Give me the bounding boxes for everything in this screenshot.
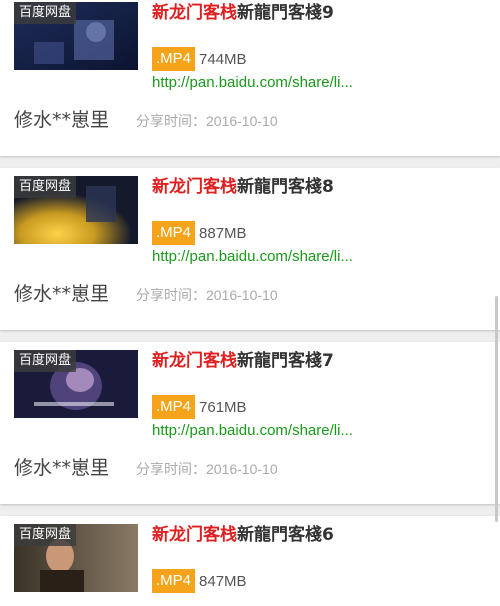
title-highlight: 新龙门客栈 (152, 177, 237, 197)
result-card[interactable]: 百度网盘 新龙门客栈新龍門客棧9 .MP4 744MB http://pan.b… (0, 0, 500, 156)
file-meta: .MP4 761MB (152, 394, 247, 420)
share-time-label: 分享时间： (136, 462, 206, 478)
scrollbar[interactable] (495, 296, 498, 522)
file-size: 761MB (199, 398, 247, 416)
file-type-badge: .MP4 (152, 47, 196, 71)
source-badge: 百度网盘 (14, 2, 77, 24)
file-meta: .MP4 847MB (152, 568, 247, 594)
file-meta: .MP4 744MB (152, 46, 247, 72)
title-highlight: 新龙门客栈 (152, 525, 237, 545)
share-date: 2016-10-10 (206, 461, 278, 477)
file-size: 744MB (199, 50, 247, 68)
result-card[interactable]: 百度网盘 新龙门客栈新龍門客棧6 .MP4 847MB (0, 516, 500, 606)
share-time: 分享时间：2016-10-10 (136, 285, 278, 305)
result-card[interactable]: 百度网盘 新龙门客栈新龍門客棧8 .MP4 887MB http://pan.b… (0, 168, 500, 330)
share-time: 分享时间：2016-10-10 (136, 459, 278, 479)
share-time-label: 分享时间： (136, 114, 206, 130)
result-title[interactable]: 新龙门客栈新龍門客棧6 (152, 520, 334, 545)
result-title[interactable]: 新龙门客栈新龍門客棧8 (152, 172, 334, 197)
share-date: 2016-10-10 (206, 287, 278, 303)
title-highlight: 新龙门客栈 (152, 3, 237, 23)
share-time-label: 分享时间： (136, 288, 206, 304)
video-thumbnail[interactable]: 百度网盘 (14, 350, 138, 418)
file-meta: .MP4 887MB (152, 220, 247, 246)
share-time: 分享时间：2016-10-10 (136, 111, 278, 131)
title-rest: 新龍門客棧6 (237, 525, 334, 545)
video-thumbnail[interactable]: 百度网盘 (14, 2, 138, 70)
sharer-name[interactable]: 修水**崽里 (14, 453, 109, 480)
file-type-badge: .MP4 (152, 395, 196, 419)
video-thumbnail[interactable]: 百度网盘 (14, 176, 138, 244)
sharer-name[interactable]: 修水**崽里 (14, 279, 109, 306)
file-type-badge: .MP4 (152, 221, 196, 245)
title-rest: 新龍門客棧9 (237, 3, 334, 23)
result-title[interactable]: 新龙门客栈新龍門客棧9 (152, 0, 334, 23)
video-thumbnail[interactable]: 百度网盘 (14, 524, 138, 592)
share-date: 2016-10-10 (206, 113, 278, 129)
share-link[interactable]: http://pan.baidu.com/share/li... (152, 422, 353, 439)
file-size: 847MB (199, 572, 247, 590)
sharer-name[interactable]: 修水**崽里 (14, 105, 109, 132)
result-card[interactable]: 百度网盘 新龙门客栈新龍門客棧7 .MP4 761MB http://pan.b… (0, 342, 500, 504)
share-link[interactable]: http://pan.baidu.com/share/li... (152, 248, 353, 265)
share-link[interactable]: http://pan.baidu.com/share/li... (152, 74, 353, 91)
file-type-badge: .MP4 (152, 569, 196, 593)
source-badge: 百度网盘 (14, 350, 77, 372)
title-highlight: 新龙门客栈 (152, 351, 237, 371)
title-rest: 新龍門客棧7 (237, 351, 334, 371)
file-size: 887MB (199, 224, 247, 242)
source-badge: 百度网盘 (14, 176, 77, 198)
title-rest: 新龍門客棧8 (237, 177, 334, 197)
source-badge: 百度网盘 (14, 524, 77, 546)
result-title[interactable]: 新龙门客栈新龍門客棧7 (152, 346, 334, 371)
